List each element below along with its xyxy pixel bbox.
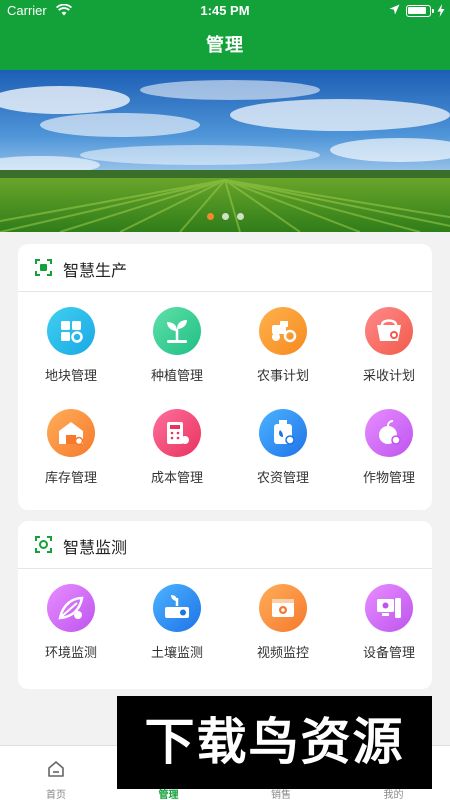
plot-grid-badge — [47, 307, 95, 355]
production-item-label: 成本管理 — [150, 471, 203, 486]
smart-monitoring-card: 智慧监测 环境监测 土壤监测 视频监控 设备管理 — [18, 521, 432, 689]
environment-badge — [47, 584, 95, 632]
smart-monitoring-header: 智慧监测 — [18, 521, 432, 569]
production-item-label: 地块管理 — [44, 369, 97, 384]
home-icon — [48, 761, 64, 777]
production-item-label: 农资管理 — [256, 471, 309, 486]
charging-bolt-icon — [437, 4, 445, 17]
production-item[interactable]: 采收计划 — [339, 307, 439, 384]
production-item-label: 采收计划 — [362, 369, 415, 384]
page-title: 管理 — [206, 35, 244, 56]
video-camera-badge — [259, 584, 307, 632]
nav-bar: 管理 — [0, 22, 450, 70]
production-item[interactable]: 成本管理 — [127, 409, 227, 486]
environment-icon — [47, 584, 95, 632]
cost-calculator-icon — [153, 409, 201, 457]
status-bar: Carrier 1:45 PM — [0, 0, 450, 22]
status-time: 1:45 PM — [200, 3, 250, 18]
plot-grid-icon — [47, 307, 95, 355]
crop-fruit-icon — [365, 409, 413, 457]
carousel-dot[interactable] — [221, 213, 229, 220]
crop-fruit-badge — [365, 409, 413, 457]
production-item-label: 农事计划 — [256, 369, 309, 384]
monitor-camera-icon — [35, 536, 52, 553]
warehouse-icon — [47, 409, 95, 457]
monitoring-item-label: 环境监测 — [44, 646, 97, 661]
production-scan-icon — [35, 259, 52, 276]
banner-carousel[interactable] — [0, 70, 450, 232]
fertilizer-bottle-badge — [259, 409, 307, 457]
monitoring-item-label: 土壤监测 — [150, 646, 203, 661]
production-item[interactable]: 库存管理 — [21, 409, 121, 486]
location-arrow-icon — [389, 4, 400, 15]
monitoring-item[interactable]: 土壤监测 — [127, 584, 227, 661]
carousel-dot[interactable] — [206, 213, 214, 220]
battery-icon — [406, 5, 434, 17]
monitoring-item[interactable]: 环境监测 — [21, 584, 121, 661]
monitoring-item-label: 视频监控 — [256, 646, 309, 661]
carousel-dot[interactable] — [236, 213, 244, 220]
soil-sensor-badge — [153, 584, 201, 632]
cost-calculator-badge — [153, 409, 201, 457]
tab-label: 首页 — [46, 790, 66, 800]
production-item-label: 库存管理 — [44, 471, 97, 486]
tab-home[interactable]: 首页 — [0, 746, 112, 800]
smart-monitoring-title: 智慧监测 — [63, 538, 128, 557]
carousel-dots — [0, 205, 450, 224]
sprout-icon — [153, 307, 201, 355]
tractor-icon — [259, 307, 307, 355]
production-item-label: 作物管理 — [362, 471, 415, 486]
device-computer-icon — [365, 584, 413, 632]
production-item[interactable]: 农资管理 — [233, 409, 333, 486]
smart-production-title: 智慧生产 — [63, 261, 128, 280]
smart-production-header: 智慧生产 — [18, 244, 432, 292]
warehouse-badge — [47, 409, 95, 457]
fertilizer-bottle-icon — [259, 409, 307, 457]
production-item[interactable]: 农事计划 — [233, 307, 333, 384]
monitoring-item[interactable]: 设备管理 — [339, 584, 439, 661]
production-item[interactable]: 地块管理 — [21, 307, 121, 384]
monitoring-item[interactable]: 视频监控 — [233, 584, 333, 661]
soil-sensor-icon — [153, 584, 201, 632]
device-computer-badge — [365, 584, 413, 632]
harvest-basket-badge — [365, 307, 413, 355]
watermark-overlay: 下载鸟资源 — [117, 696, 432, 789]
production-item-label: 种植管理 — [150, 369, 203, 384]
monitoring-item-label: 设备管理 — [362, 646, 415, 661]
harvest-basket-icon — [365, 307, 413, 355]
production-item[interactable]: 作物管理 — [339, 409, 439, 486]
tractor-badge — [259, 307, 307, 355]
video-camera-icon — [259, 584, 307, 632]
sprout-badge — [153, 307, 201, 355]
smart-production-card: 智慧生产 地块管理 种植管理 农事计划 采收计划库存管理 成本管理 农资管理 作物管理 — [18, 244, 432, 510]
production-item[interactable]: 种植管理 — [127, 307, 227, 384]
